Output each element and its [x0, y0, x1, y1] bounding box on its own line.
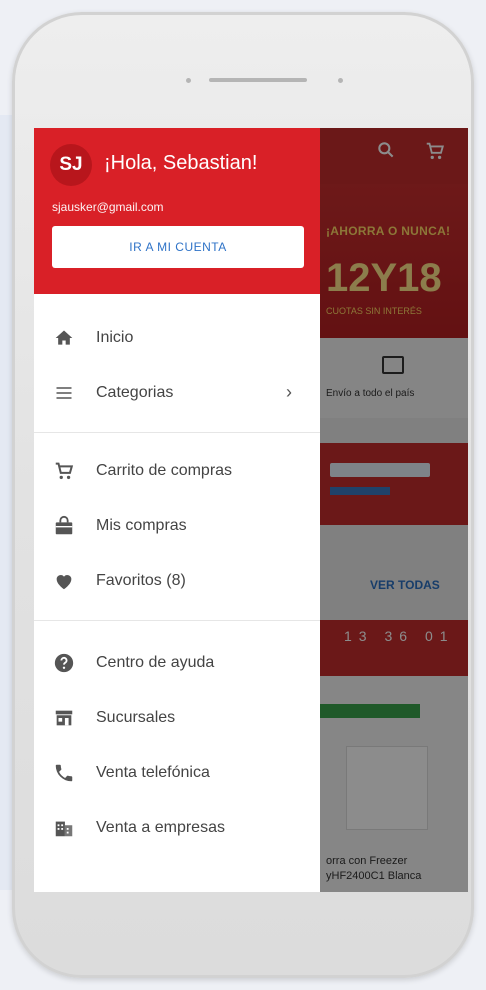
sensor-dot [186, 78, 191, 83]
list-icon [52, 381, 76, 405]
menu-item-venta-empresas[interactable]: Venta a empresas [34, 800, 320, 855]
menu-item-inicio[interactable]: Inicio [34, 310, 320, 365]
phone-icon [52, 761, 76, 785]
phone-screen: ¡AHORRA O NUNCA! 12Y18 CUOTAS SIN INTERÉ… [34, 128, 468, 892]
menu-item-venta-telefonica[interactable]: Venta telefónica [34, 745, 320, 800]
menu-item-carrito[interactable]: Carrito de compras [34, 443, 320, 498]
scene: ¡AHORRA O NUNCA! 12Y18 CUOTAS SIN INTERÉ… [0, 0, 486, 990]
phone-speaker [209, 78, 307, 82]
menu-item-centro-ayuda[interactable]: Centro de ayuda [34, 635, 320, 690]
user-email: sjausker@gmail.com [52, 200, 164, 214]
menu-group-shopping: Carrito de compras Mis compras Favoritos… [34, 433, 320, 621]
menu-label: Carrito de compras [96, 461, 233, 479]
building-icon [52, 816, 76, 840]
chevron-right-icon: › [286, 382, 292, 402]
avatar[interactable]: SJ [50, 144, 92, 186]
home-icon [52, 326, 76, 350]
menu-label: Venta telefónica [96, 763, 210, 781]
heart-icon [52, 569, 76, 593]
menu-label: Mis compras [96, 516, 187, 534]
cart-icon [52, 459, 76, 483]
camera-dot [338, 78, 343, 83]
menu-item-mis-compras[interactable]: Mis compras [34, 498, 320, 553]
menu-label: Centro de ayuda [96, 653, 215, 671]
menu-item-favoritos[interactable]: Favoritos (8) [34, 553, 320, 608]
menu-group-support: Centro de ayuda Sucursales Venta telefón… [34, 621, 320, 855]
menu-label: Venta a empresas [96, 818, 225, 836]
menu-label: Favoritos (8) [96, 571, 186, 589]
menu-item-categorias[interactable]: Categorias › [34, 365, 320, 420]
account-button[interactable]: IR A MI CUENTA [52, 226, 304, 268]
menu-group-main: Inicio Categorias › [34, 294, 320, 433]
menu-label: Inicio [96, 328, 134, 346]
bag-icon [52, 514, 76, 538]
store-icon [52, 706, 76, 730]
navigation-drawer: SJ ¡Hola, Sebastian! sjausker@gmail.com … [34, 128, 320, 892]
greeting-text: ¡Hola, Sebastian! [104, 152, 258, 174]
help-icon [52, 651, 76, 675]
menu-label: Categorias [96, 383, 174, 401]
drawer-header: SJ ¡Hola, Sebastian! sjausker@gmail.com … [34, 128, 320, 294]
menu-item-sucursales[interactable]: Sucursales [34, 690, 320, 745]
menu-label: Sucursales [96, 708, 176, 726]
